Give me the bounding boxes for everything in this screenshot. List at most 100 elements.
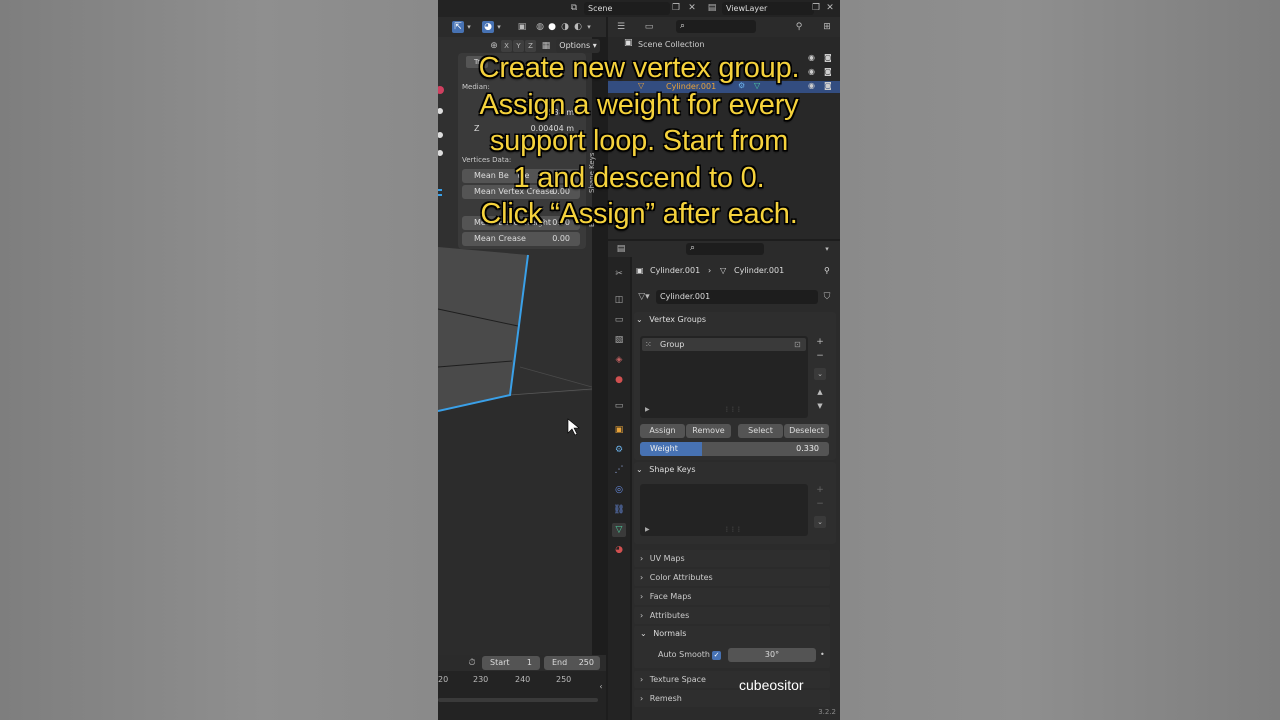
world-tab-icon[interactable]: ● — [612, 373, 626, 387]
chevron-left-icon[interactable]: ‹ — [596, 681, 606, 693]
lock-icon[interactable]: ⊡ — [794, 338, 801, 351]
display-mode-icon[interactable]: ☰ — [614, 21, 628, 33]
normals-header[interactable]: ⌄ Normals — [640, 626, 832, 642]
copy-viewlayer-icon[interactable]: ❐ — [810, 2, 822, 14]
list-resize-handle[interactable]: ⋮⋮⋮ — [724, 526, 742, 533]
properties-tabs: ✂ ◫ ▭ ▧ ◈ ● ▭ ▣ ⚙ ⋰ ◎ ⛓ ▽ ◕ — [608, 257, 630, 720]
select-mode-icon[interactable]: ⇱ — [452, 21, 464, 33]
scene-selector[interactable]: Scene — [584, 2, 670, 15]
chevron-down-icon[interactable]: ▾ — [495, 21, 503, 33]
material-shading-icon[interactable]: ◑ — [559, 21, 571, 33]
auto-smooth-angle-field[interactable]: 30° — [728, 648, 816, 662]
mesh-browse-icon[interactable]: ▽▾ — [636, 291, 652, 303]
filter-icon[interactable]: ⚲ — [792, 21, 806, 33]
vertex-groups-header[interactable]: ⌄ Vertex Groups — [636, 312, 828, 328]
material-tab-icon[interactable]: ◕ — [612, 543, 626, 557]
caption-line: support loop. Start from — [489, 125, 789, 157]
scene-icon[interactable]: ⧉ — [568, 2, 580, 14]
vertex-group-list[interactable]: ⁙ Group ⊡ ▶ ⋮⋮⋮ — [640, 336, 808, 418]
normals-panel: ⌄ Normals Auto Smooth ✓ 30° • — [634, 626, 830, 668]
scene-tab-icon[interactable]: ◈ — [612, 353, 626, 367]
uv-maps-panel[interactable]: › UV Maps — [634, 550, 830, 567]
tick-label: 240 — [515, 675, 531, 684]
select-button[interactable]: Select — [738, 424, 783, 438]
specials-menu-icon[interactable]: ⌄ — [814, 368, 826, 380]
overlay-icon[interactable]: ◕ — [482, 21, 494, 33]
breadcrumb-data: Cylinder.001 — [734, 266, 785, 275]
list-item[interactable]: ⁙ Group ⊡ — [642, 338, 806, 351]
datablock-name-field[interactable]: Cylinder.001 — [656, 290, 818, 304]
tutorial-caption: Create new vertex group. Assign a weight… — [438, 50, 840, 233]
attributes-panel[interactable]: › Attributes — [634, 607, 830, 624]
pin-icon[interactable]: ⚲ — [824, 264, 830, 278]
object-tab-icon[interactable]: ▣ — [612, 423, 626, 437]
modifier-tab-icon[interactable]: ⚙ — [612, 443, 626, 457]
remove-vertex-group-icon[interactable]: − — [814, 350, 826, 362]
specials-menu-icon[interactable]: ⌄ — [814, 516, 826, 528]
end-frame-field[interactable]: End 250 — [544, 656, 600, 670]
remove-button[interactable]: Remove — [686, 424, 731, 438]
face-maps-panel[interactable]: › Face Maps — [634, 588, 830, 605]
stopwatch-icon[interactable]: ⏱ — [466, 657, 478, 669]
add-vertex-group-icon[interactable]: + — [814, 336, 826, 348]
close-icon[interactable]: ✕ — [824, 2, 836, 14]
render-tab-icon[interactable]: ◫ — [612, 293, 626, 307]
constraints-tab-icon[interactable]: ⛓ — [612, 503, 626, 517]
chevron-right-icon: › — [640, 573, 644, 582]
shape-key-list[interactable]: ▶ ⋮⋮⋮ — [640, 484, 808, 536]
timeline-header: ⏱ Start 1 End 250 — [438, 655, 606, 671]
timeline-ruler[interactable]: 20 230 240 250 — [438, 673, 606, 687]
solid-shading-icon[interactable]: ● — [546, 21, 558, 33]
shape-keys-panel: ⌄ Shape Keys ▶ ⋮⋮⋮ + − ⌄ — [634, 462, 836, 544]
list-expand-icon[interactable]: ▶ — [645, 526, 650, 533]
data-tab-icon[interactable]: ▽ — [612, 523, 626, 537]
chevron-down-icon[interactable]: ▾ — [585, 21, 593, 33]
chevron-down-icon[interactable]: ▾ — [465, 21, 473, 33]
copy-scene-icon[interactable]: ❐ — [670, 2, 682, 14]
close-icon[interactable]: ✕ — [686, 2, 698, 14]
start-frame-field[interactable]: Start 1 — [482, 656, 540, 670]
xray-icon[interactable]: ▣ — [516, 21, 528, 33]
datablock-name: Cylinder.001 — [660, 292, 711, 301]
weight-slider[interactable]: Weight 0.330 — [640, 442, 829, 456]
fake-user-icon[interactable]: ⛉ — [820, 291, 834, 303]
viewlayer-label: ViewLayer — [726, 4, 768, 13]
editor-type-icon[interactable]: ▤ — [614, 243, 628, 255]
particles-tab-icon[interactable]: ⋰ — [612, 463, 626, 477]
texture-space-title: Texture Space — [649, 675, 706, 684]
physics-tab-icon[interactable]: ◎ — [612, 483, 626, 497]
add-shape-key-icon[interactable]: + — [814, 484, 826, 496]
deselect-button[interactable]: Deselect — [784, 424, 829, 438]
collection-icon: ▣ — [624, 38, 633, 48]
keyframe-dot-icon[interactable]: • — [820, 648, 825, 662]
mean-crease-field[interactable]: Mean Crease 0.00 — [462, 232, 580, 246]
list-resize-handle[interactable]: ⋮⋮⋮ — [724, 406, 742, 413]
shape-keys-header[interactable]: ⌄ Shape Keys — [636, 462, 828, 478]
move-up-icon[interactable]: ▲ — [814, 386, 826, 398]
move-down-icon[interactable]: ▼ — [814, 400, 826, 412]
viewlayer-icon[interactable]: ▤ — [706, 2, 718, 14]
viewlayer-selector[interactable]: ViewLayer — [722, 2, 814, 15]
end-frame-label: End — [552, 658, 568, 667]
mesh-data-icon: ▽ — [720, 266, 727, 275]
tick-label: 20 — [438, 675, 449, 684]
auto-smooth-checkbox[interactable]: ✓ — [712, 651, 721, 660]
tool-tab-icon[interactable]: ✂ — [612, 267, 626, 281]
filter-view-icon[interactable]: ▭ — [642, 21, 656, 33]
chevron-right-icon: › — [640, 675, 644, 684]
rendered-shading-icon[interactable]: ◐ — [572, 21, 584, 33]
list-expand-icon[interactable]: ▶ — [645, 406, 650, 413]
new-collection-icon[interactable]: ⊞ — [820, 21, 834, 33]
wireframe-shading-icon[interactable]: ◍ — [534, 21, 546, 33]
outliner-search-input[interactable]: ⌕ — [676, 20, 756, 33]
assign-button[interactable]: Assign — [640, 424, 685, 438]
chevron-down-icon[interactable]: ▾ — [822, 243, 832, 255]
view-layer-tab-icon[interactable]: ▧ — [612, 333, 626, 347]
remove-shape-key-icon[interactable]: − — [814, 498, 826, 510]
auto-smooth-angle-value: 30° — [764, 650, 780, 659]
properties-search-input[interactable]: ⌕ — [686, 243, 764, 255]
color-attributes-panel[interactable]: › Color Attributes — [634, 569, 830, 586]
collection-tab-icon[interactable]: ▭ — [612, 399, 626, 413]
timeline-scrollbar[interactable] — [438, 698, 598, 702]
output-tab-icon[interactable]: ▭ — [612, 313, 626, 327]
